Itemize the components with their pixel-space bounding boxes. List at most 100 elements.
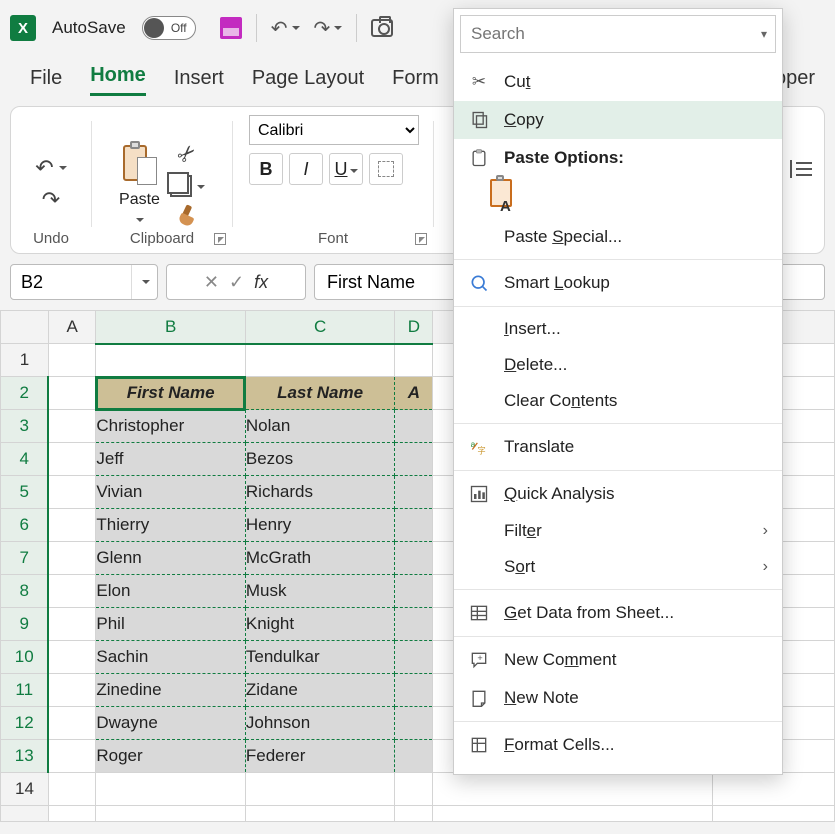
cell[interactable] <box>48 344 95 377</box>
cell[interactable] <box>395 476 433 509</box>
select-all-corner[interactable] <box>1 311 49 344</box>
ctx-get-data[interactable]: Get Data from Sheet... <box>454 594 782 632</box>
undo-button[interactable]: ↶ <box>35 155 66 181</box>
autosave-toggle[interactable]: Off <box>142 16 196 40</box>
cell[interactable] <box>96 806 246 822</box>
row-header-14[interactable]: 14 <box>1 773 49 806</box>
cell[interactable] <box>395 344 433 377</box>
cell[interactable] <box>395 509 433 542</box>
borders-button[interactable] <box>369 153 403 185</box>
chevron-down-icon[interactable] <box>131 265 157 299</box>
italic-button[interactable]: I <box>289 153 323 185</box>
cell[interactable] <box>395 575 433 608</box>
cell[interactable]: Zinedine <box>96 674 246 707</box>
row-header-7[interactable]: 7 <box>1 542 49 575</box>
cell[interactable]: Nolan <box>245 410 394 443</box>
ctx-cut[interactable]: ✂ Cut <box>454 63 782 101</box>
undo-button[interactable]: ↶ <box>271 16 300 41</box>
ctx-copy[interactable]: Copy <box>454 101 782 139</box>
cell[interactable] <box>395 707 433 740</box>
row-header-4[interactable]: 4 <box>1 443 49 476</box>
enter-icon[interactable]: ✓ <box>229 272 244 293</box>
tab-page-layout[interactable]: Page Layout <box>252 67 364 96</box>
ctx-insert[interactable]: Insert... <box>454 311 782 347</box>
cell[interactable] <box>395 674 433 707</box>
cell[interactable] <box>395 641 433 674</box>
tab-home[interactable]: Home <box>90 64 146 96</box>
cell[interactable] <box>712 806 834 822</box>
format-painter-icon[interactable] <box>176 205 198 227</box>
cell[interactable] <box>245 806 394 822</box>
save-icon[interactable] <box>220 17 242 39</box>
cell[interactable]: Henry <box>245 509 394 542</box>
cell[interactable] <box>48 575 95 608</box>
cell[interactable] <box>48 641 95 674</box>
cell[interactable]: Bezos <box>245 443 394 476</box>
cell[interactable] <box>395 608 433 641</box>
cell[interactable]: Sachin <box>96 641 246 674</box>
name-box-input[interactable] <box>11 268 131 297</box>
cell[interactable]: Last Name <box>245 377 394 410</box>
cell[interactable]: Vivian <box>96 476 246 509</box>
col-header-D[interactable]: D <box>395 311 433 344</box>
cell[interactable] <box>48 773 95 806</box>
cell[interactable] <box>48 509 95 542</box>
cell[interactable] <box>395 806 433 822</box>
bold-button[interactable]: B <box>249 153 283 185</box>
ctx-paste-special[interactable]: Paste Special... <box>454 219 782 255</box>
row-header-15[interactable] <box>1 806 49 822</box>
cut-icon[interactable]: ✂ <box>172 138 203 169</box>
ctx-delete[interactable]: Delete... <box>454 347 782 383</box>
cell[interactable] <box>48 410 95 443</box>
tab-file[interactable]: File <box>30 67 62 96</box>
copy-button[interactable] <box>170 175 205 197</box>
cell[interactable] <box>48 806 95 822</box>
cell[interactable]: Richards <box>245 476 394 509</box>
ctx-smart-lookup[interactable]: Smart Lookup <box>454 264 782 302</box>
cell[interactable] <box>433 806 712 822</box>
ctx-quick-analysis[interactable]: Quick Analysis <box>454 475 782 513</box>
cell[interactable] <box>395 542 433 575</box>
dialog-launcher-icon[interactable] <box>415 233 427 245</box>
cancel-icon[interactable]: ✕ <box>204 272 219 293</box>
ctx-sort[interactable]: Sort › <box>454 549 782 585</box>
context-search[interactable]: ▾ <box>460 15 776 53</box>
cell[interactable] <box>395 443 433 476</box>
cell[interactable]: Phil <box>96 608 246 641</box>
cell[interactable] <box>96 773 246 806</box>
cell[interactable]: Johnson <box>245 707 394 740</box>
cell[interactable] <box>395 410 433 443</box>
row-header-11[interactable]: 11 <box>1 674 49 707</box>
row-header-13[interactable]: 13 <box>1 740 49 773</box>
ctx-filter[interactable]: Filter › <box>454 513 782 549</box>
cell[interactable] <box>48 443 95 476</box>
row-header-2[interactable]: 2 <box>1 377 49 410</box>
cell[interactable] <box>245 344 394 377</box>
ctx-clear-contents[interactable]: Clear Contents <box>454 383 782 419</box>
ctx-new-comment[interactable]: + New Comment <box>454 641 782 679</box>
cell[interactable]: Jeff <box>96 443 246 476</box>
cell[interactable]: First Name <box>96 377 246 410</box>
cell[interactable] <box>712 773 834 806</box>
cell[interactable] <box>48 542 95 575</box>
cell[interactable] <box>48 377 95 410</box>
cell[interactable]: Knight <box>245 608 394 641</box>
cell[interactable] <box>48 476 95 509</box>
cell[interactable]: Tendulkar <box>245 641 394 674</box>
cell[interactable]: Elon <box>96 575 246 608</box>
redo-button[interactable]: ↷ <box>314 16 343 41</box>
cell[interactable]: Thierry <box>96 509 246 542</box>
cell[interactable]: A <box>395 377 433 410</box>
cell[interactable] <box>245 773 394 806</box>
screenshot-icon[interactable] <box>371 19 393 37</box>
row-header-8[interactable]: 8 <box>1 575 49 608</box>
col-header-A[interactable]: A <box>48 311 95 344</box>
tab-formulas-partial[interactable]: Form <box>392 67 439 96</box>
paste-option-keep-formatting[interactable]: A <box>490 179 520 213</box>
cell[interactable] <box>395 740 433 773</box>
paste-button[interactable]: Paste <box>119 141 160 227</box>
row-header-3[interactable]: 3 <box>1 410 49 443</box>
tab-insert[interactable]: Insert <box>174 67 224 96</box>
font-name-select[interactable]: Calibri <box>249 115 419 145</box>
cell[interactable] <box>48 608 95 641</box>
